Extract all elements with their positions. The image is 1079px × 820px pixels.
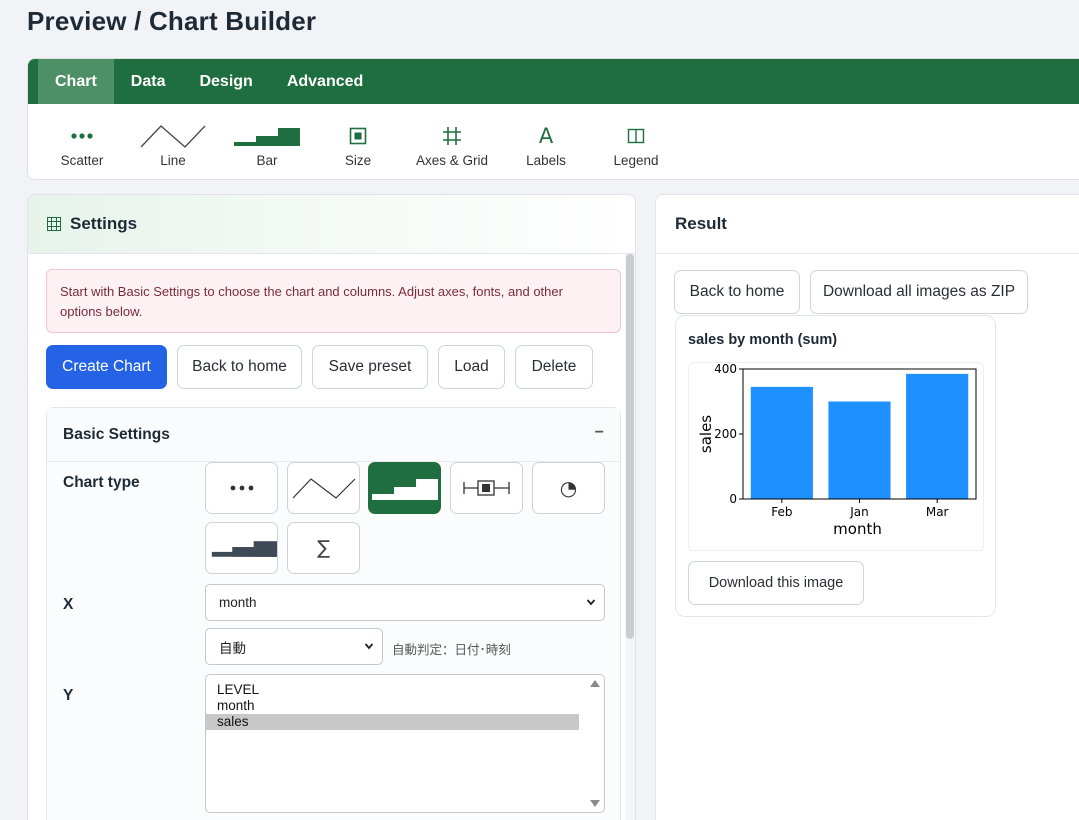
y-tick-label: 0 xyxy=(729,492,737,506)
box-plot-icon xyxy=(462,480,510,496)
bar-feb xyxy=(750,386,813,499)
tool-line-label: Line xyxy=(160,153,186,168)
chart-type-line[interactable] xyxy=(287,462,360,514)
size-icon xyxy=(349,120,367,152)
scroll-thumb[interactable] xyxy=(626,254,634,639)
x-tick-label: Feb xyxy=(771,505,792,519)
save-preset-button[interactable]: Save preset xyxy=(312,345,428,389)
scroll-down-icon[interactable] xyxy=(590,800,600,807)
chevron-down-icon xyxy=(586,599,596,606)
x-axis-label: month xyxy=(833,520,882,538)
tab-design[interactable]: Design xyxy=(182,59,269,104)
chart-type-pie[interactable]: ◔ xyxy=(532,462,605,514)
grid-icon xyxy=(47,217,61,231)
y-option-sales[interactable]: sales xyxy=(206,714,579,730)
x-label: X xyxy=(63,596,74,613)
x-tick-label: Mar xyxy=(926,505,949,519)
histogram-icon xyxy=(211,541,277,557)
y-tick-label: 200 xyxy=(714,427,737,441)
chart-type-box[interactable] xyxy=(450,462,523,514)
bar-icon xyxy=(371,479,438,500)
x-type-value: 自動 xyxy=(219,640,246,656)
x-type-select[interactable]: 自動 xyxy=(205,628,383,665)
bar-icon xyxy=(234,120,300,152)
tab-advanced[interactable]: Advanced xyxy=(270,59,380,104)
chart-image: Feb Jan Mar 0 200 400 month sales xyxy=(688,362,984,551)
download-image-button[interactable]: Download this image xyxy=(688,561,864,605)
labels-icon: A xyxy=(538,124,554,148)
chevron-down-icon xyxy=(364,643,374,650)
y-option-month[interactable]: month xyxy=(206,698,579,714)
y-axis-label: sales xyxy=(697,415,715,453)
ribbon-tools: Scatter Line Bar Size Axes & Grid A Labe… xyxy=(28,104,1079,179)
x-column-value: month xyxy=(219,595,257,610)
tab-chart[interactable]: Chart xyxy=(38,59,114,104)
chart-type-bar[interactable] xyxy=(368,462,441,514)
ribbon: Chart Data Design Advanced Scatter Line … xyxy=(27,58,1079,180)
basic-settings-title: Basic Settings xyxy=(63,425,170,443)
scatter-icon xyxy=(230,485,253,491)
collapse-toggle[interactable]: − xyxy=(595,424,604,442)
load-button[interactable]: Load xyxy=(438,345,505,389)
axes-grid-icon xyxy=(442,120,462,152)
scatter-icon xyxy=(70,120,94,152)
tool-axes-grid-label: Axes & Grid xyxy=(415,153,489,168)
y-column-listbox[interactable]: LEVEL month sales xyxy=(205,674,605,813)
delete-button[interactable]: Delete xyxy=(515,345,593,389)
basic-settings-section: Basic Settings − Chart type ◔ ∑ X month … xyxy=(46,407,621,820)
result-title: Result xyxy=(675,214,727,233)
line-icon xyxy=(292,478,355,499)
tool-labels-label: Labels xyxy=(526,153,566,168)
create-chart-button[interactable]: Create Chart xyxy=(46,345,167,389)
tool-legend-label: Legend xyxy=(613,153,659,168)
info-alert: Start with Basic Settings to choose the … xyxy=(46,269,621,333)
scroll-up-icon[interactable] xyxy=(590,680,600,687)
result-back-to-home-button[interactable]: Back to home xyxy=(674,270,800,314)
chart-card-title: sales by month (sum) xyxy=(688,332,838,348)
chart-type-histogram[interactable] xyxy=(205,522,278,574)
tool-size-label: Size xyxy=(344,153,372,168)
bar-mar xyxy=(906,373,969,499)
back-to-home-button[interactable]: Back to home xyxy=(177,345,302,389)
x-type-hint: 自動判定：日付･時刻 xyxy=(392,643,511,657)
tool-scatter-label: Scatter xyxy=(60,153,104,168)
chart-type-scatter[interactable] xyxy=(205,462,278,514)
tool-size[interactable]: Size xyxy=(333,104,383,179)
settings-panel: Settings Start with Basic Settings to ch… xyxy=(27,194,636,820)
settings-scrollbar[interactable] xyxy=(625,254,635,820)
settings-header: Settings xyxy=(28,195,635,254)
result-header: Result xyxy=(656,195,1079,254)
chart-card: sales by month (sum) Feb Jan Mar 0 200 400 mon… xyxy=(675,315,996,617)
tool-bar-label: Bar xyxy=(256,153,278,168)
y-option-level[interactable]: LEVEL xyxy=(206,682,579,698)
chart-type-aggregate[interactable]: ∑ xyxy=(287,522,360,574)
tool-scatter[interactable]: Scatter xyxy=(52,104,112,179)
line-icon xyxy=(139,120,207,152)
page-title: Preview / Chart Builder xyxy=(27,6,317,36)
y-tick-label: 400 xyxy=(714,363,737,376)
basic-settings-header[interactable]: Basic Settings − xyxy=(47,408,620,462)
tool-line[interactable]: Line xyxy=(138,104,208,179)
x-tick-label: Jan xyxy=(849,505,869,519)
tool-legend[interactable]: Legend xyxy=(611,104,661,179)
tab-data[interactable]: Data xyxy=(114,59,183,104)
tool-labels[interactable]: A Labels xyxy=(521,104,571,179)
bar-jan xyxy=(828,401,891,499)
bar-chart: Feb Jan Mar 0 200 400 month sales xyxy=(697,362,977,538)
legend-icon xyxy=(627,120,645,152)
download-zip-button[interactable]: Download all images as ZIP xyxy=(810,270,1028,314)
y-label: Y xyxy=(63,687,74,704)
x-column-select[interactable]: month xyxy=(205,584,605,621)
settings-title: Settings xyxy=(70,214,138,233)
tool-axes-grid[interactable]: Axes & Grid xyxy=(412,104,492,179)
chart-type-label: Chart type xyxy=(63,474,140,491)
tool-bar[interactable]: Bar xyxy=(232,104,302,179)
ribbon-tabs: Chart Data Design Advanced xyxy=(28,59,1079,104)
result-panel: Result Back to home Download all images … xyxy=(655,194,1079,820)
